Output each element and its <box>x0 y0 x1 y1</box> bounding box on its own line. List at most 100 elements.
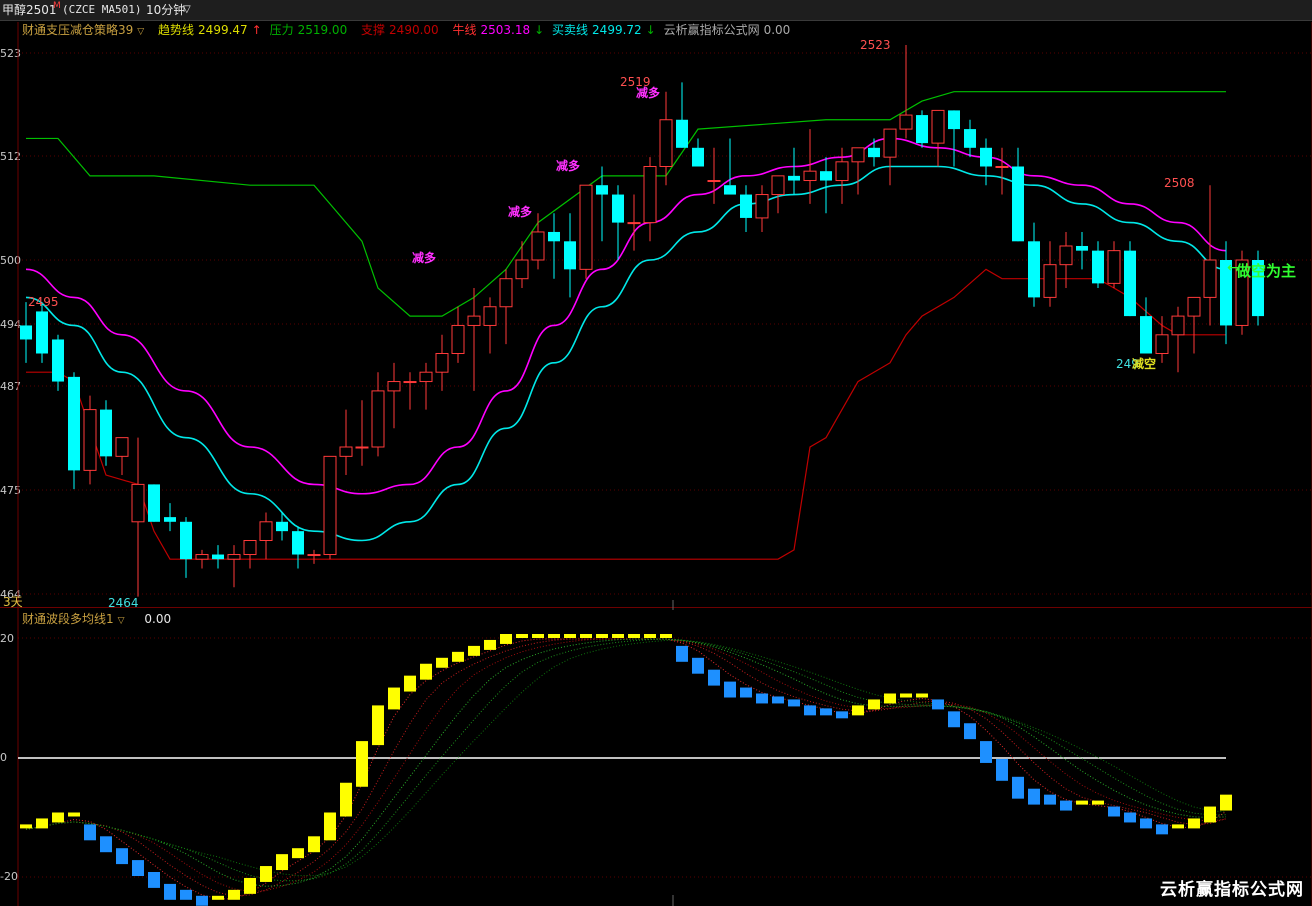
wave-bar <box>804 705 816 716</box>
wave-bar <box>884 693 896 704</box>
candle-body <box>20 325 32 340</box>
candle-body <box>899 114 913 130</box>
wave-bar <box>788 699 800 707</box>
wave-bar <box>1060 800 1072 811</box>
wave-bar <box>180 889 192 900</box>
candle-body <box>1028 241 1040 298</box>
wave-bar <box>388 687 400 710</box>
candle-body <box>564 241 576 270</box>
candle-body <box>803 170 817 182</box>
candle-body <box>948 110 960 130</box>
wave-bar <box>452 651 464 662</box>
signal-reduce-long: 减多 <box>508 205 533 219</box>
candle-body <box>419 371 433 383</box>
candle-body <box>339 446 353 457</box>
wave-bar <box>468 645 480 656</box>
watermark: 云析赢指标公式网 <box>1160 880 1304 900</box>
candle-body <box>227 554 241 560</box>
candle-body <box>83 409 97 471</box>
wave-bar <box>484 639 496 650</box>
candle-body <box>307 554 321 557</box>
candle-body <box>292 531 304 555</box>
ma-ribbon-line <box>25 638 1227 887</box>
wave-bar <box>900 693 912 698</box>
candle-body <box>52 339 64 382</box>
candle-body <box>371 390 385 448</box>
candle-body <box>916 115 928 144</box>
wave-bar <box>212 895 224 900</box>
ma-ribbon-line <box>25 638 1227 897</box>
wave-bar <box>644 634 656 638</box>
wave-bar <box>1220 794 1232 811</box>
wave-bar <box>1124 812 1136 823</box>
wave-bar <box>340 782 352 817</box>
candle-body <box>707 180 721 183</box>
wave-bar <box>836 711 848 719</box>
signal-reduce-long: 减多 <box>412 251 437 265</box>
wave-bar <box>580 634 592 638</box>
candle-body <box>1187 296 1201 317</box>
candle-body <box>403 381 417 384</box>
trade-line <box>25 165 1227 542</box>
wave-bar <box>772 696 784 704</box>
candle-body <box>1124 250 1136 317</box>
candle-body <box>243 540 257 556</box>
candle-body <box>964 129 976 148</box>
wave-bar <box>20 824 32 829</box>
candle-body <box>724 185 736 195</box>
candle-body <box>692 147 704 167</box>
wave-bar <box>1172 824 1184 829</box>
wave-bar <box>420 663 432 680</box>
candle-body <box>835 161 849 182</box>
candle-body <box>323 455 337 556</box>
wave-bar <box>132 860 144 876</box>
candle-body <box>980 147 992 167</box>
wave-bar <box>356 741 368 787</box>
price-chart[interactable] <box>0 0 1312 906</box>
candle-body <box>387 381 401 392</box>
candle-body <box>1059 245 1073 266</box>
candle-body <box>740 194 752 218</box>
candle-body <box>579 184 593 270</box>
wave-bar <box>116 848 128 865</box>
candle-body <box>1043 264 1057 298</box>
wave-bar <box>276 854 288 871</box>
arrow-left-icon: ← <box>1227 260 1239 276</box>
wave-bar <box>708 669 720 686</box>
candle-body <box>451 324 465 355</box>
candle-body <box>1203 259 1217 298</box>
candle-body <box>883 128 897 158</box>
wave-bar <box>612 634 624 638</box>
annotation-high: 2508 <box>1164 176 1195 190</box>
candle-body <box>483 306 497 326</box>
wave-bar <box>820 708 832 716</box>
wave-bar <box>68 812 80 817</box>
candle-body <box>100 409 112 457</box>
wave-bar <box>916 693 928 698</box>
candle-body <box>643 166 657 224</box>
wave-bar <box>868 699 880 710</box>
candle-body <box>995 166 1009 168</box>
candle-body <box>596 185 608 195</box>
candle-body <box>868 147 880 158</box>
wave-bar <box>980 741 992 763</box>
candle-body <box>1012 166 1024 242</box>
wave-bar <box>692 657 704 674</box>
signal-short-main: 做空为主 <box>1236 262 1297 280</box>
wave-bar <box>676 645 688 662</box>
wave-bar <box>948 711 960 728</box>
wave-bar <box>244 877 256 894</box>
candle-body <box>276 521 288 532</box>
wave-bar <box>292 848 304 859</box>
ma-ribbon-line <box>25 638 1226 882</box>
wave-bar <box>1204 806 1216 823</box>
candle-body <box>627 222 641 225</box>
wave-bar <box>996 758 1008 781</box>
wave-bar <box>372 705 384 746</box>
candle-body <box>467 315 481 326</box>
candle-body <box>612 194 624 223</box>
wave-bar <box>500 634 512 644</box>
candle-body <box>68 376 80 471</box>
candle-body <box>515 259 529 280</box>
candle-body <box>1107 250 1121 284</box>
